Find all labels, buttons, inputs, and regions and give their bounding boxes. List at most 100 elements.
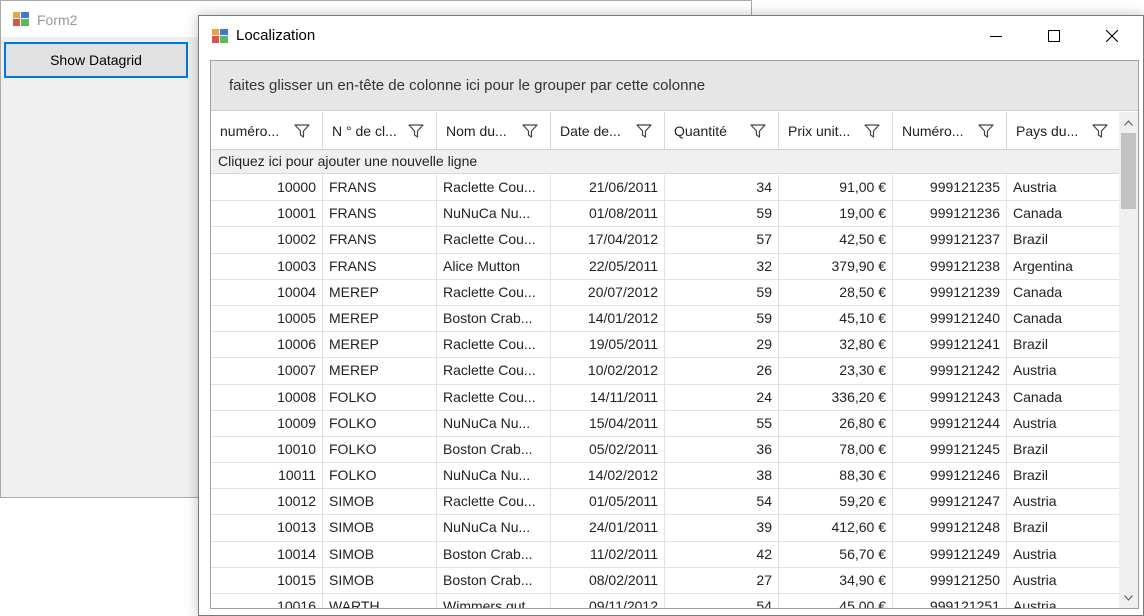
table-cell[interactable]: 21/06/2011 (551, 175, 665, 201)
table-cell[interactable]: NuNuCa Nu... (437, 463, 551, 489)
table-cell[interactable]: 10/02/2012 (551, 358, 665, 384)
table-cell[interactable]: 29 (665, 332, 779, 358)
table-row[interactable]: 10014 SIMOB Boston Crab... 11/02/2011 42 56,7… (211, 541, 1121, 568)
maximize-button[interactable] (1025, 16, 1083, 56)
table-cell[interactable]: Brazil (1007, 227, 1121, 253)
table-cell[interactable]: 14/01/2012 (551, 305, 665, 332)
show-datagrid-button[interactable]: Show Datagrid (4, 42, 188, 78)
table-cell[interactable]: Boston Crab... (437, 541, 551, 567)
table-cell[interactable]: 59,20 € (779, 489, 893, 515)
table-cell[interactable]: 38 (665, 463, 779, 489)
table-cell[interactable]: Austria (1007, 541, 1121, 567)
table-cell[interactable]: 32 (665, 253, 779, 279)
table-cell[interactable]: Raclette Cou... (437, 279, 551, 305)
table-cell[interactable]: Canada (1007, 305, 1121, 332)
table-cell[interactable]: Austria (1007, 175, 1121, 201)
table-cell[interactable]: 28,50 € (779, 279, 893, 305)
table-row[interactable]: 10013 SIMOB NuNuCa Nu... 24/01/2011 39 412,60… (211, 515, 1121, 542)
table-cell[interactable]: 01/05/2011 (551, 489, 665, 515)
table-cell[interactable]: 999121250 (893, 567, 1007, 593)
table-cell[interactable]: 39 (665, 515, 779, 541)
table-cell[interactable]: 36 (665, 436, 779, 463)
table-cell[interactable]: Canada (1007, 279, 1121, 305)
table-cell[interactable]: 999121244 (893, 410, 1007, 436)
table-cell[interactable]: FOLKO (323, 384, 437, 410)
table-cell[interactable]: Argentina (1007, 253, 1121, 279)
table-cell[interactable]: 10004 (211, 279, 323, 305)
table-cell[interactable]: 10011 (211, 463, 323, 489)
table-cell[interactable]: Raclette Cou... (437, 332, 551, 358)
table-cell[interactable]: 999121238 (893, 253, 1007, 279)
table-cell[interactable]: Austria (1007, 358, 1121, 384)
table-cell[interactable]: FOLKO (323, 410, 437, 436)
table-cell[interactable]: SIMOB (323, 541, 437, 567)
table-cell[interactable]: 15/04/2011 (551, 410, 665, 436)
table-cell[interactable]: 10007 (211, 358, 323, 384)
table-cell[interactable]: Boston Crab... (437, 305, 551, 332)
table-cell[interactable]: NuNuCa Nu... (437, 410, 551, 436)
table-cell[interactable]: 24 (665, 384, 779, 410)
table-cell[interactable]: 34 (665, 175, 779, 201)
table-cell[interactable]: 45,00 € (779, 594, 893, 608)
minimize-button[interactable] (967, 16, 1025, 56)
table-cell[interactable]: 78,00 € (779, 436, 893, 463)
table-cell[interactable]: 34,90 € (779, 567, 893, 593)
filter-icon[interactable] (294, 124, 310, 138)
table-cell[interactable]: 54 (665, 489, 779, 515)
table-cell[interactable]: 999121248 (893, 515, 1007, 541)
table-cell[interactable]: 999121237 (893, 227, 1007, 253)
table-cell[interactable]: NuNuCa Nu... (437, 201, 551, 227)
table-cell[interactable]: SIMOB (323, 515, 437, 541)
table-cell[interactable]: 59 (665, 279, 779, 305)
table-cell[interactable]: SIMOB (323, 489, 437, 515)
table-cell[interactable]: 22/05/2011 (551, 253, 665, 279)
table-cell[interactable]: 10008 (211, 384, 323, 410)
table-cell[interactable]: Raclette Cou... (437, 358, 551, 384)
table-cell[interactable]: 19,00 € (779, 201, 893, 227)
table-cell[interactable]: Austria (1007, 567, 1121, 593)
table-cell[interactable]: 10013 (211, 515, 323, 541)
table-cell[interactable]: 412,60 € (779, 515, 893, 541)
table-cell[interactable]: NuNuCa Nu... (437, 515, 551, 541)
table-cell[interactable]: 10016 (211, 594, 323, 608)
table-cell[interactable]: MEREP (323, 332, 437, 358)
table-cell[interactable]: 26,80 € (779, 410, 893, 436)
table-cell[interactable]: Brazil (1007, 436, 1121, 463)
table-cell[interactable]: 10012 (211, 489, 323, 515)
table-cell[interactable]: 999121239 (893, 279, 1007, 305)
table-cell[interactable]: 54 (665, 594, 779, 608)
table-row[interactable]: 10010 FOLKO Boston Crab... 05/02/2011 36 78,0… (211, 436, 1121, 464)
column-header[interactable]: Date de... (551, 112, 665, 150)
vertical-scrollbar[interactable] (1119, 112, 1138, 608)
table-cell[interactable]: FRANS (323, 175, 437, 201)
table-cell[interactable]: 379,90 € (779, 253, 893, 279)
table-cell[interactable]: 10015 (211, 567, 323, 593)
column-header[interactable]: N ° de cl... (323, 112, 437, 150)
table-cell[interactable]: 19/05/2011 (551, 332, 665, 358)
table-cell[interactable]: 999121251 (893, 594, 1007, 608)
column-header[interactable]: Nom du... (437, 112, 551, 150)
table-cell[interactable]: 14/11/2011 (551, 384, 665, 410)
table-cell[interactable]: Raclette Cou... (437, 227, 551, 253)
table-cell[interactable]: 10014 (211, 541, 323, 567)
table-cell[interactable]: Brazil (1007, 515, 1121, 541)
column-header[interactable]: Prix unit... (779, 112, 893, 150)
table-row[interactable]: 10011 FOLKO NuNuCa Nu... 14/02/2012 38 88,30 … (211, 463, 1121, 490)
table-cell[interactable]: 999121247 (893, 489, 1007, 515)
table-cell[interactable]: 57 (665, 227, 779, 253)
table-cell[interactable]: Alice Mutton (437, 253, 551, 279)
table-cell[interactable]: Boston Crab... (437, 436, 551, 463)
table-cell[interactable]: FRANS (323, 227, 437, 253)
table-cell[interactable]: Boston Crab... (437, 567, 551, 593)
add-new-row[interactable]: Cliquez ici pour ajouter une nouvelle li… (211, 150, 1120, 174)
table-cell[interactable]: 27 (665, 567, 779, 593)
table-cell[interactable]: 999121245 (893, 436, 1007, 463)
table-cell[interactable]: 05/02/2011 (551, 436, 665, 463)
filter-icon[interactable] (750, 124, 766, 138)
table-cell[interactable]: 08/02/2011 (551, 567, 665, 593)
table-cell[interactable]: 999121249 (893, 541, 1007, 567)
table-cell[interactable]: 999121240 (893, 305, 1007, 332)
table-row[interactable]: 10001 FRANS NuNuCa Nu... 01/08/2011 59 19,00 … (211, 201, 1121, 228)
table-cell[interactable]: 24/01/2011 (551, 515, 665, 541)
table-cell[interactable]: Austria (1007, 489, 1121, 515)
